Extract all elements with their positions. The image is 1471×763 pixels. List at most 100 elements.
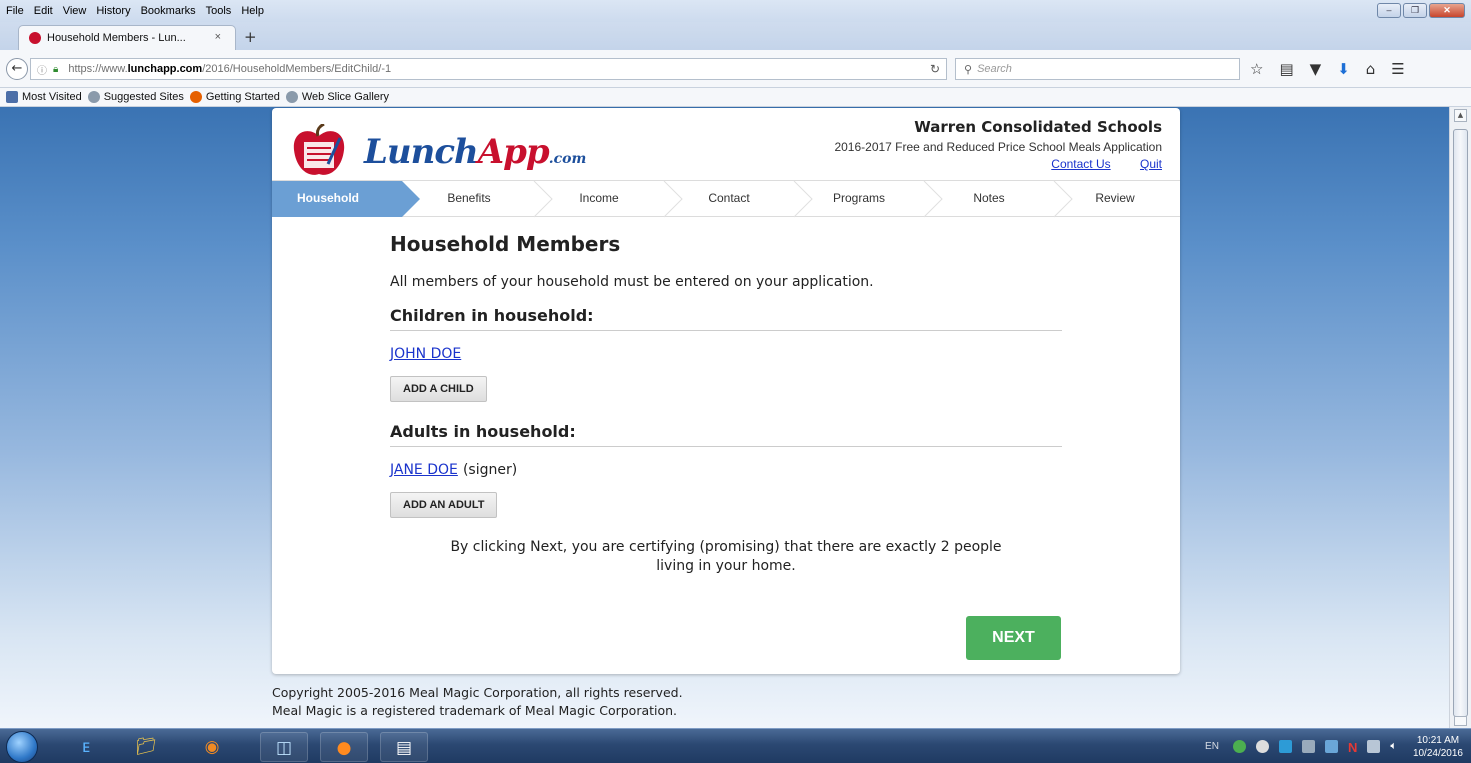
tray-shield-icon[interactable] xyxy=(1278,740,1292,753)
minimize-icon[interactable]: – xyxy=(1377,3,1401,18)
contact-us-link[interactable]: Contact Us xyxy=(1051,157,1110,171)
search-icon: ⚲ xyxy=(964,63,973,76)
bookmark-suggested-sites[interactable]: Suggested Sites xyxy=(87,91,184,103)
step-household[interactable]: Household xyxy=(272,191,384,205)
page-viewport: LunchApp.com Warren Consolidated Schools… xyxy=(0,107,1449,728)
bookmark-getting-started[interactable]: Getting Started xyxy=(189,91,280,103)
apple-logo-icon xyxy=(293,124,345,175)
vertical-scrollbar[interactable]: ▲ xyxy=(1449,107,1471,728)
internet-explorer-icon[interactable]: ᴇ xyxy=(62,732,110,762)
menu-bar: File Edit View History Bookmarks Tools H… xyxy=(0,0,1471,22)
clock-date: 10/24/2016 xyxy=(1412,747,1463,759)
step-notes[interactable]: Notes xyxy=(942,191,1036,205)
children-heading: Children in household: xyxy=(390,306,1062,331)
next-button[interactable]: NEXT xyxy=(966,616,1061,660)
certify-text: By clicking Next, you are certifying (pr… xyxy=(450,539,1002,574)
clock-time: 10:21 AM xyxy=(1416,734,1460,746)
child-link-john-doe[interactable]: JOHN DOE xyxy=(390,346,461,362)
tray-status-icon[interactable] xyxy=(1232,740,1246,753)
logo-text: LunchApp.com xyxy=(364,132,587,172)
restore-icon[interactable]: ❐ xyxy=(1403,3,1427,18)
list-item: JOHN DOE xyxy=(390,343,1062,362)
new-tab-icon[interactable]: + xyxy=(244,28,257,46)
school-info: Warren Consolidated Schools 2016-2017 Fr… xyxy=(834,118,1162,171)
bookmark-star-icon[interactable]: ☆ xyxy=(1250,60,1263,78)
step-benefits[interactable]: Benefits xyxy=(422,191,516,205)
start-button-icon[interactable] xyxy=(6,731,38,763)
signer-note: (signer) xyxy=(462,462,518,478)
menu-view[interactable]: View xyxy=(63,5,87,17)
intro-text: All members of your household must be en… xyxy=(390,274,874,290)
footer-text: Copyright 2005-2016 Meal Magic Corporati… xyxy=(272,684,683,720)
menu-bookmarks[interactable]: Bookmarks xyxy=(141,5,196,17)
tab-close-icon[interactable]: × xyxy=(215,31,221,43)
quit-link[interactable]: Quit xyxy=(1140,157,1162,171)
globe-icon xyxy=(285,91,298,103)
lunchapp-logo[interactable]: LunchApp.com xyxy=(288,118,588,178)
close-window-icon[interactable]: ✕ xyxy=(1429,3,1465,18)
wizard-steps: Household Benefits Income Contact Progra… xyxy=(272,180,1180,218)
scroll-down-icon[interactable] xyxy=(1454,716,1467,726)
home-icon[interactable]: ⌂ xyxy=(1366,60,1376,78)
url-text: https://www.lunchapp.com/2016/HouseholdM… xyxy=(68,63,392,75)
main-content: Household Members All members of your ho… xyxy=(390,232,1062,576)
search-placeholder: Search xyxy=(977,63,1012,75)
lock-icon[interactable]: 🔒︎ xyxy=(53,64,58,75)
pocket-icon[interactable]: ▼ xyxy=(1310,60,1322,78)
volume-icon[interactable]: 🔈︎ xyxy=(1390,740,1397,753)
application-title: 2016-2017 Free and Reduced Price School … xyxy=(834,140,1162,154)
toolbar-icons: ☆ ▤ ▼ ⬇ ⌂ ☰ xyxy=(1250,60,1405,78)
step-review[interactable]: Review xyxy=(1072,191,1158,205)
media-player-icon[interactable]: ◉ xyxy=(188,732,236,762)
firefox-taskbar-icon[interactable]: ● xyxy=(320,732,368,762)
nav-toolbar: ← ⓘ 🔒︎ https://www.lunchapp.com/2016/Hou… xyxy=(0,50,1471,88)
scroll-up-icon[interactable]: ▲ xyxy=(1454,109,1467,122)
tray-app-icon[interactable] xyxy=(1324,740,1338,753)
download-icon[interactable]: ⬇ xyxy=(1337,60,1350,78)
reading-list-icon[interactable]: ▤ xyxy=(1279,60,1293,78)
school-name: Warren Consolidated Schools xyxy=(914,118,1162,136)
window-controls: – ❐ ✕ xyxy=(1377,3,1465,18)
word-icon[interactable]: ▤ xyxy=(380,732,428,762)
header-links: Contact Us Quit xyxy=(834,157,1162,171)
hamburger-menu-icon[interactable]: ☰ xyxy=(1391,60,1404,78)
language-indicator[interactable]: EN xyxy=(1205,741,1219,752)
add-adult-button[interactable]: ADD AN ADULT xyxy=(390,492,498,518)
url-bar[interactable]: ⓘ 🔒︎ https://www.lunchapp.com/2016/House… xyxy=(30,58,947,80)
tab-title: Household Members - Lun... xyxy=(47,32,186,44)
file-explorer-icon[interactable]: 📁︎ xyxy=(122,732,170,762)
info-icon[interactable]: ⓘ xyxy=(37,62,47,77)
tray-circle-icon[interactable] xyxy=(1255,740,1269,753)
step-income[interactable]: Income xyxy=(552,191,646,205)
add-child-button[interactable]: ADD A CHILD xyxy=(390,376,487,402)
step-programs[interactable]: Programs xyxy=(812,191,906,205)
copyright-line: Copyright 2005-2016 Meal Magic Corporati… xyxy=(272,685,683,700)
back-arrow-icon[interactable]: ← xyxy=(6,58,28,80)
menu-tools[interactable]: Tools xyxy=(206,5,232,17)
tray-network-icon[interactable] xyxy=(1301,740,1315,753)
search-input[interactable]: ⚲ Search xyxy=(955,58,1240,80)
menu-history[interactable]: History xyxy=(96,5,130,17)
bookmark-most-visited[interactable]: Most Visited xyxy=(6,91,82,103)
bookmark-web-slice-gallery[interactable]: Web Slice Gallery xyxy=(285,91,389,103)
tab-strip: Household Members - Lun... × + xyxy=(0,22,1471,50)
system-clock[interactable]: 10:21 AM 10/24/2016 xyxy=(1413,734,1463,760)
step-contact[interactable]: Contact xyxy=(682,191,776,205)
menu-help[interactable]: Help xyxy=(241,5,264,17)
windows-taskbar: ᴇ 📁︎ ◉ ◫ ● ▤ EN N 🔈︎ 10:21 AM 10/24/2016 xyxy=(0,728,1471,763)
firefox-icon xyxy=(189,91,202,103)
browser-tab[interactable]: Household Members - Lun... × xyxy=(18,25,236,50)
zip-app-icon[interactable]: ◫ xyxy=(260,732,308,762)
adult-link-jane-doe[interactable]: JANE DOE xyxy=(390,462,458,478)
adults-heading: Adults in household: xyxy=(390,422,1062,447)
system-tray: EN N 🔈︎ 10:21 AM 10/24/2016 xyxy=(1141,729,1471,763)
menu-edit[interactable]: Edit xyxy=(34,5,53,17)
menu-file[interactable]: File xyxy=(6,5,24,17)
tray-n-icon[interactable]: N xyxy=(1348,740,1357,755)
trademark-line: Meal Magic is a registered trademark of … xyxy=(272,703,678,718)
scroll-thumb[interactable] xyxy=(1453,129,1468,717)
reload-icon[interactable]: ↻ xyxy=(930,62,940,76)
apple-favicon-icon xyxy=(29,32,41,44)
most-visited-icon xyxy=(6,91,18,103)
tray-display-icon[interactable] xyxy=(1367,740,1381,753)
